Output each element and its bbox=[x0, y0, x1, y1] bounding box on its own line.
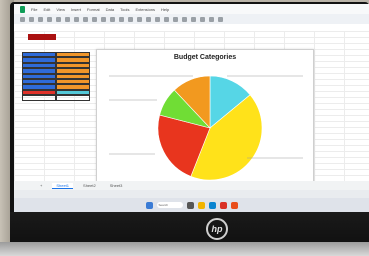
menu-tools[interactable]: Tools bbox=[120, 7, 129, 12]
comment-icon[interactable] bbox=[191, 16, 196, 22]
link-icon[interactable] bbox=[182, 16, 187, 22]
sheets-logo-icon bbox=[20, 5, 25, 13]
fill-color-icon[interactable] bbox=[128, 16, 133, 22]
tab-sheet3[interactable]: Sheet3 bbox=[106, 183, 127, 188]
app-icon[interactable] bbox=[230, 201, 238, 209]
bold-icon[interactable] bbox=[92, 16, 97, 22]
zoom-icon[interactable] bbox=[56, 16, 61, 22]
filter-icon[interactable] bbox=[209, 16, 214, 22]
percent-icon[interactable] bbox=[74, 16, 79, 22]
italic-icon[interactable] bbox=[101, 16, 106, 22]
print-icon[interactable] bbox=[38, 16, 43, 22]
sheet-tabs-bar: + Sheet1 Sheet2 Sheet3 bbox=[14, 181, 369, 190]
chrome-icon[interactable] bbox=[219, 201, 227, 209]
pie-chart bbox=[109, 75, 303, 181]
menu-extensions[interactable]: Extensions bbox=[135, 7, 155, 12]
laptop-hinge bbox=[0, 242, 369, 256]
file-explorer-icon[interactable] bbox=[197, 201, 205, 209]
laptop-screen: File Edit View Insert Format Data Tools … bbox=[14, 4, 369, 212]
redo-icon[interactable] bbox=[29, 16, 34, 22]
menu-view[interactable]: View bbox=[56, 7, 65, 12]
windows-taskbar: Search bbox=[14, 198, 369, 212]
borders-icon[interactable] bbox=[137, 16, 142, 22]
selected-cell-range[interactable] bbox=[28, 34, 56, 40]
table-cell[interactable] bbox=[56, 95, 90, 101]
align-icon[interactable] bbox=[155, 16, 160, 22]
menu-insert[interactable]: Insert bbox=[71, 7, 81, 12]
chart-title: Budget Categories bbox=[173, 54, 237, 61]
font-size-icon[interactable] bbox=[83, 16, 88, 22]
tab-sheet1[interactable]: Sheet1 bbox=[52, 182, 74, 189]
task-view-icon[interactable] bbox=[186, 201, 194, 209]
strikethrough-icon[interactable] bbox=[110, 16, 115, 22]
undo-icon[interactable] bbox=[20, 16, 25, 22]
budget-data-table bbox=[22, 34, 90, 101]
menu-edit[interactable]: Edit bbox=[43, 7, 50, 12]
hp-logo-icon: hp bbox=[206, 218, 228, 240]
status-bar bbox=[14, 190, 369, 198]
valign-icon[interactable] bbox=[164, 16, 169, 22]
menu-bar: File Edit View Insert Format Data Tools … bbox=[14, 4, 369, 14]
tab-sheet2[interactable]: Sheet2 bbox=[79, 183, 100, 188]
table-cell[interactable] bbox=[22, 95, 56, 101]
taskbar-search[interactable]: Search bbox=[156, 202, 183, 208]
add-sheet-icon[interactable]: + bbox=[36, 183, 46, 188]
table-row[interactable] bbox=[22, 95, 90, 101]
currency-icon[interactable] bbox=[65, 16, 70, 22]
pie-chart-card[interactable]: Budget Categories bbox=[96, 49, 314, 189]
functions-icon[interactable] bbox=[218, 16, 223, 22]
menu-help[interactable]: Help bbox=[161, 7, 169, 12]
menu-file[interactable]: File bbox=[31, 7, 37, 12]
chart-icon[interactable] bbox=[200, 16, 205, 22]
menu-format[interactable]: Format bbox=[87, 7, 100, 12]
paint-format-icon[interactable] bbox=[47, 16, 52, 22]
menu-data[interactable]: Data bbox=[106, 7, 114, 12]
text-color-icon[interactable] bbox=[119, 16, 124, 22]
pie-slices bbox=[157, 75, 263, 181]
spreadsheet-grid[interactable]: Budget Categories bbox=[14, 31, 369, 189]
start-icon[interactable] bbox=[145, 201, 153, 209]
edge-icon[interactable] bbox=[208, 201, 216, 209]
wrap-icon[interactable] bbox=[173, 16, 178, 22]
toolbar bbox=[14, 14, 369, 24]
merge-icon[interactable] bbox=[146, 16, 151, 22]
